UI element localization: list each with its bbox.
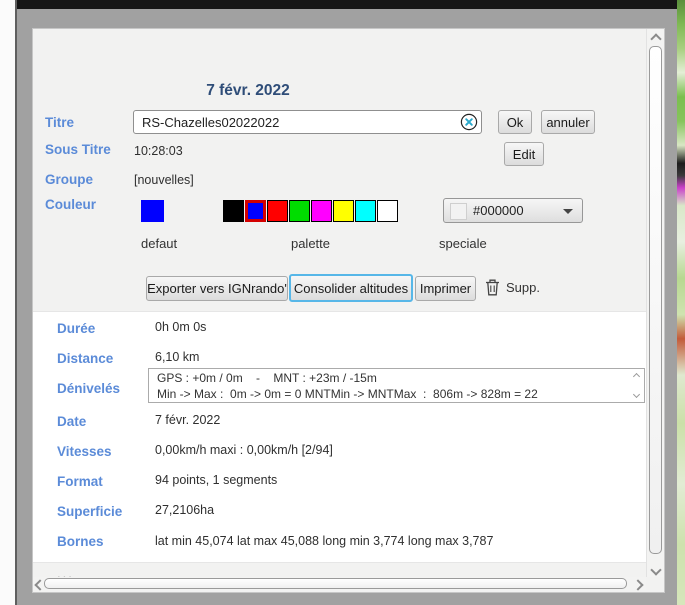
default-color-swatch[interactable] [141, 200, 164, 222]
map-background-strip [677, 0, 685, 605]
palette-label: palette [223, 236, 398, 251]
color-palette [223, 200, 398, 222]
speciale-label: speciale [439, 236, 487, 251]
titre-input[interactable] [133, 110, 482, 134]
format-label: Format [57, 474, 103, 489]
duree-value: 0h 0m 0s [155, 320, 206, 334]
stats-panel [33, 311, 646, 563]
palette-swatch-black[interactable] [223, 200, 244, 222]
horizontal-scroll-thumb[interactable] [44, 578, 627, 589]
annuler-button[interactable]: annuler [541, 110, 595, 134]
dialog-date-heading: 7 févr. 2022 [148, 82, 348, 100]
format-value: 94 points, 1 segments [155, 473, 277, 487]
deniveles-line-2: Min -> Max : 0m -> 0m = 0 MNTMin -> MNTM… [157, 386, 626, 402]
palette-swatch-blue-selected[interactable] [245, 200, 266, 222]
edit-button[interactable]: Edit [504, 142, 544, 166]
distance-value: 6,10 km [155, 350, 199, 364]
dropdown-value: #000000 [473, 203, 524, 218]
distance-label: Distance [57, 351, 113, 366]
clear-input-icon[interactable] [460, 113, 478, 131]
ok-button[interactable]: Ok [498, 110, 532, 134]
palette-swatch-red[interactable] [267, 200, 288, 222]
deniveles-detail-box: GPS : +0m / 0m - MNT : +23m / -15m Min -… [148, 368, 645, 403]
deniveles-scroll-up-icon[interactable] [633, 373, 640, 380]
date-label: Date [57, 414, 86, 429]
sous-titre-value: 10:28:03 [134, 144, 183, 158]
trash-icon[interactable] [485, 278, 500, 296]
couleur-label: Couleur [45, 197, 96, 212]
scroll-up-arrow-icon[interactable] [650, 33, 661, 44]
duree-label: Durée [57, 321, 95, 336]
superficie-label: Superficie [57, 504, 122, 519]
vitesses-label: Vitesses [57, 444, 112, 459]
palette-swatch-cyan[interactable] [355, 200, 376, 222]
groupe-value: [nouvelles] [134, 173, 194, 187]
deniveles-label: Dénivelés [57, 381, 120, 396]
bornes-value: lat min 45,074 lat max 45,088 long min 3… [155, 534, 493, 548]
vertical-scroll-thumb[interactable] [649, 46, 662, 554]
date-value: 7 févr. 2022 [155, 413, 220, 427]
deniveles-scroll-down-icon[interactable] [633, 391, 640, 398]
caret-down-icon [563, 209, 573, 214]
consolider-altitudes-button[interactable]: Consolider altitudes [289, 274, 413, 302]
supp-label: Supp. [506, 280, 540, 295]
dialog-vertical-scrollbar[interactable] [646, 29, 664, 577]
palette-swatch-green[interactable] [289, 200, 310, 222]
track-properties-dialog: 7 févr. 2022 Titre Ok annuler Sous Titre… [32, 28, 665, 593]
deniveles-line-1: GPS : +0m / 0m - MNT : +23m / -15m [157, 370, 626, 386]
page-left-edge [0, 0, 17, 605]
vitesses-value: 0,00km/h maxi : 0,00km/h [2/94] [155, 443, 333, 457]
defaut-label: defaut [141, 236, 177, 251]
scroll-down-arrow-icon[interactable] [650, 564, 661, 575]
top-dark-bar [17, 0, 678, 9]
superficie-value: 27,2106ha [155, 503, 214, 517]
bornes-label: Bornes [57, 534, 104, 549]
scroll-right-arrow-icon[interactable] [632, 579, 643, 590]
palette-swatch-white[interactable] [377, 200, 398, 222]
groupe-label: Groupe [45, 172, 93, 187]
dialog-horizontal-scrollbar[interactable] [33, 577, 646, 590]
palette-swatch-magenta[interactable] [311, 200, 332, 222]
palette-swatch-yellow[interactable] [333, 200, 354, 222]
dropdown-color-swatch [450, 203, 467, 220]
titre-label: Titre [45, 115, 74, 130]
export-ignrando-button[interactable]: Exporter vers IGNrando' [146, 276, 288, 301]
special-color-dropdown[interactable]: #000000 [443, 198, 583, 223]
imprimer-button[interactable]: Imprimer [415, 276, 476, 301]
sous-titre-label: Sous Titre [45, 142, 111, 157]
